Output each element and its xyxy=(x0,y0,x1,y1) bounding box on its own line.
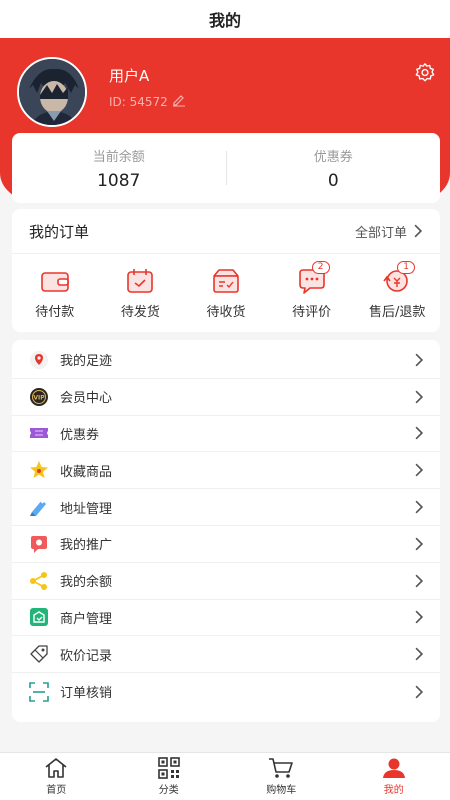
chevron-right-icon xyxy=(415,611,424,624)
order-label: 售后/退款 xyxy=(368,304,426,320)
calendar-box-icon xyxy=(124,267,156,295)
order-label: 待收货 xyxy=(206,304,246,320)
vip-icon: VIP xyxy=(28,386,50,408)
package-icon xyxy=(210,267,242,295)
coupon-label: 优惠券 xyxy=(313,149,353,165)
menu-label: 商户管理 xyxy=(60,611,113,627)
location-pin-icon xyxy=(28,349,50,371)
order-pending-review[interactable]: 2 待评价 xyxy=(269,260,355,320)
user-icon xyxy=(382,758,405,778)
balance-value: 1087 xyxy=(97,170,141,191)
menu-item-favorites[interactable]: 收藏商品 xyxy=(12,452,440,490)
bottom-tab-bar: 首页 分类 购物车 我的 xyxy=(0,752,450,800)
cart-icon xyxy=(269,758,294,778)
menu-label: 订单核销 xyxy=(60,686,113,702)
menu-item-verify[interactable]: 订单核销 xyxy=(12,673,440,710)
menu-label: 我的足迹 xyxy=(60,354,113,370)
settings-gear-icon[interactable] xyxy=(414,62,436,84)
order-after-sales[interactable]: 1 售后/退款 xyxy=(354,260,440,320)
chevron-right-icon xyxy=(415,353,424,367)
chevron-right-icon xyxy=(415,390,424,404)
service-menu: 我的足迹 VIP 会员中心 优惠券 收藏商品 地址管理 我的推广 我的余额 商户… xyxy=(12,340,440,722)
order-status-row: 待付款 待发货 待收货 2 待评价 1 售后/退款 xyxy=(12,254,440,332)
tab-label: 首页 xyxy=(46,785,67,796)
tab-cart[interactable]: 购物车 xyxy=(225,753,338,800)
qrcode-icon xyxy=(157,757,180,779)
bargain-tag-icon xyxy=(28,643,50,665)
coupon-value: 0 xyxy=(327,170,339,191)
tab-label: 分类 xyxy=(158,785,179,796)
order-label: 待发货 xyxy=(120,304,160,320)
review-count-badge: 2 xyxy=(311,260,330,274)
user-id-text: ID: 54572 xyxy=(109,94,168,109)
order-pending-payment[interactable]: 待付款 xyxy=(12,267,98,320)
all-orders-label: 全部订单 xyxy=(354,225,407,241)
menu-item-merchant[interactable]: 商户管理 xyxy=(12,600,440,637)
home-icon xyxy=(45,758,67,778)
chevron-right-icon xyxy=(415,427,424,440)
address-pen-icon xyxy=(28,496,50,518)
balance-coupons[interactable]: 优惠券 0 xyxy=(227,146,441,191)
menu-item-vip[interactable]: VIP 会员中心 xyxy=(12,379,440,416)
chevron-right-icon xyxy=(415,647,424,661)
username: 用户A xyxy=(109,67,150,85)
top-bar: 我的 xyxy=(0,0,450,38)
share-nodes-icon xyxy=(28,570,50,592)
tab-category[interactable]: 分类 xyxy=(113,753,226,800)
orders-card: 我的订单 全部订单 待付款 待发货 待收货 2 待评价 1 售后/退款 xyxy=(12,209,440,332)
avatar[interactable] xyxy=(17,57,87,127)
menu-item-footprint[interactable]: 我的足迹 xyxy=(12,342,440,379)
menu-label: 地址管理 xyxy=(60,501,113,517)
order-pending-receipt[interactable]: 待收货 xyxy=(183,267,269,320)
user-id: ID: 54572 xyxy=(109,93,186,110)
all-orders-link[interactable]: 全部订单 xyxy=(355,222,423,241)
balance-label: 当前余额 xyxy=(92,149,145,165)
coupon-icon xyxy=(28,422,50,444)
edit-icon[interactable] xyxy=(172,93,186,110)
chevron-right-icon xyxy=(415,574,424,588)
menu-item-balance[interactable]: 我的余额 xyxy=(12,563,440,600)
menu-item-promotion[interactable]: 我的推广 xyxy=(12,526,440,563)
scan-icon xyxy=(28,681,50,703)
chevron-right-icon xyxy=(415,537,424,551)
menu-label: 我的推广 xyxy=(60,538,113,554)
chevron-right-icon xyxy=(415,463,424,477)
page-title: 我的 xyxy=(208,11,241,30)
menu-label: 收藏商品 xyxy=(60,464,113,480)
menu-label: 优惠券 xyxy=(60,427,100,443)
chevron-right-icon xyxy=(415,500,424,514)
menu-item-address[interactable]: 地址管理 xyxy=(12,489,440,526)
refund-icon: 1 xyxy=(381,260,416,295)
tab-label: 购物车 xyxy=(266,785,297,796)
menu-item-coupons[interactable]: 优惠券 xyxy=(12,416,440,453)
tab-profile[interactable]: 我的 xyxy=(338,753,450,800)
chevron-right-icon xyxy=(414,224,423,238)
menu-label: 砍价记录 xyxy=(60,648,113,664)
chevron-right-icon xyxy=(415,685,424,698)
order-label: 待评价 xyxy=(292,304,332,320)
menu-item-bargain[interactable]: 砍价记录 xyxy=(12,636,440,674)
refund-count-badge: 1 xyxy=(397,260,416,274)
comment-icon: 2 xyxy=(296,260,330,295)
tab-label: 我的 xyxy=(383,785,404,796)
balance-current[interactable]: 当前余额 1087 xyxy=(12,146,226,191)
balance-card: 当前余额 1087 优惠券 0 xyxy=(12,133,440,203)
order-label: 待付款 xyxy=(35,304,75,320)
orders-title: 我的订单 xyxy=(29,222,90,241)
menu-label: 会员中心 xyxy=(60,391,113,407)
tab-home[interactable]: 首页 xyxy=(0,753,113,800)
menu-label: 我的余额 xyxy=(60,575,113,591)
order-pending-shipment[interactable]: 待发货 xyxy=(98,267,184,320)
orders-header: 我的订单 全部订单 xyxy=(12,209,440,254)
svg-text:VIP: VIP xyxy=(33,394,45,401)
merchant-icon xyxy=(28,606,50,628)
star-icon xyxy=(28,459,50,481)
wallet-icon xyxy=(39,267,71,295)
promotion-icon xyxy=(28,533,50,555)
